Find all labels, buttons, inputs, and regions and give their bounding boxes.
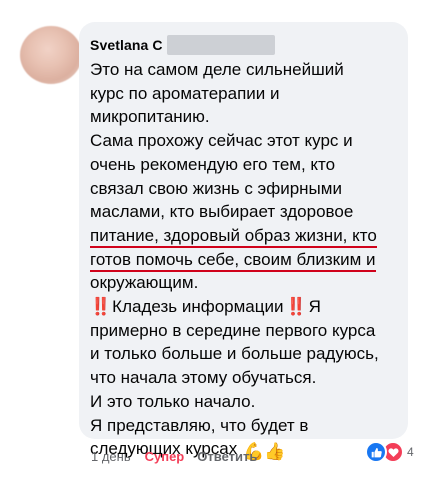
red-underline: готов помочь себе, своим близким и [90,249,376,272]
comment-line-kladez: ‼️ Кладезь информации ‼️ Я [90,295,408,319]
comment-line: Я представляю, что будет в [90,415,309,435]
comment-bubble: Svetlana C Это на самом деле сильнейший … [79,22,408,461]
like-icon [365,441,387,463]
comment-line-underlined: питание, здоровый образ жизни, кто [90,224,408,248]
comment-line: Сама прохожу сейчас этот курс и [90,131,353,151]
author-initial: C [152,37,163,53]
redacted-name-block [166,35,275,55]
timestamp[interactable]: 1 день [91,449,131,464]
comment-text: Это на самом деле сильнейший курс по аро… [90,58,408,464]
comment-line: микропитанию. [90,107,210,127]
kladez-text: Кладезь информации [112,297,284,317]
comment-line: примерно в середине первого курса [90,320,376,340]
comment-line: Это на самом деле сильнейший [90,60,344,79]
reaction-button[interactable]: Супер [145,449,185,464]
double-exclamation-icon: ‼️ [90,297,111,317]
comment-actions: 1 день Супер Ответить [91,449,257,464]
author-row: Svetlana C [90,34,408,56]
comment-line: что начала этому обучаться. [90,368,317,388]
reaction-count: 4 [407,445,414,459]
comment-line: И это только начало. [90,391,256,411]
kladez-tail: Я [308,297,321,317]
reactions-summary[interactable]: 4 [365,441,414,463]
avatar[interactable] [20,26,82,84]
comment-line: маслами, кто выбирает здоровое [90,202,354,222]
author-name[interactable]: Svetlana C [90,37,163,53]
red-underline: питание, здоровый образ жизни, кто [90,225,377,248]
comment-line: и только больше и больше радуюсь, [90,344,379,364]
double-exclamation-icon: ‼️ [285,297,306,317]
reply-button[interactable]: Ответить [197,449,257,464]
comment-line: очень рекомендую его тем, кто [90,154,336,174]
comment-line-underlined: готов помочь себе, своим близким и [90,248,408,272]
comment-line: окружающим. [90,273,199,293]
comment-line: связал свою жизнь с эфирными [90,178,342,198]
comment-line: курс по ароматерапии и [90,83,280,103]
